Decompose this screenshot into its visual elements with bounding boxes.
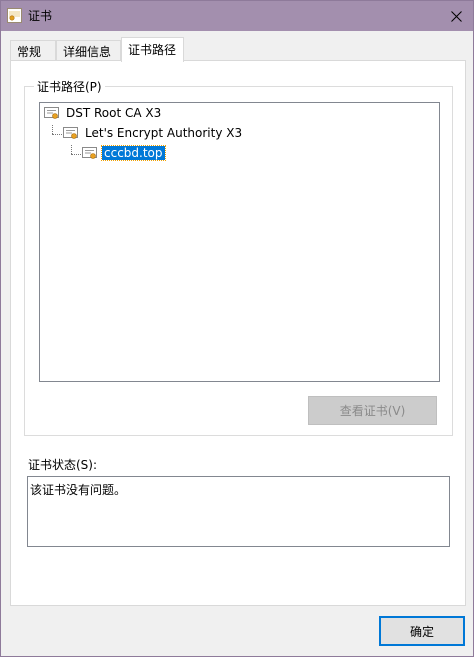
title-bar[interactable]: 证书 <box>1 1 473 31</box>
certificate-app-icon <box>7 8 22 23</box>
tab-certification-path[interactable]: 证书路径 <box>121 37 184 62</box>
tree-connector <box>52 134 62 135</box>
tree-node-leaf[interactable]: cccbd.top <box>82 144 166 162</box>
certificate-tree[interactable]: DST Root CA X3 Let's Encrypt Authority X… <box>39 102 440 382</box>
close-button[interactable] <box>439 1 473 31</box>
certificate-status-label: 证书状态(S): <box>28 458 98 472</box>
group-label: 证书路径(P) <box>34 78 105 95</box>
view-certificate-button[interactable]: 查看证书(V) <box>308 396 437 425</box>
tree-node-label: Let's Encrypt Authority X3 <box>85 126 243 140</box>
certificate-icon <box>82 146 97 159</box>
certificate-dialog: 证书 常规 详细信息 证书路径 证书路径(P) DST Root CA X3 L… <box>0 0 474 657</box>
certificate-status-textbox[interactable]: 该证书没有问题。 <box>27 476 450 547</box>
ok-button[interactable]: 确定 <box>379 616 465 646</box>
tree-connector <box>52 125 53 134</box>
tree-node-root[interactable]: DST Root CA X3 <box>44 104 163 122</box>
close-icon <box>450 10 462 22</box>
tab-general[interactable]: 常规 <box>10 40 56 61</box>
certificate-icon <box>63 126 78 139</box>
tree-node-label: DST Root CA X3 <box>66 106 162 120</box>
tab-panel: 证书路径(P) DST Root CA X3 Let's Encrypt Aut… <box>10 60 466 606</box>
certification-path-group: 证书路径(P) DST Root CA X3 Let's Encrypt Aut… <box>24 78 453 436</box>
window-title: 证书 <box>28 9 53 23</box>
tree-connector <box>71 145 72 154</box>
tree-node-label-selected: cccbd.top <box>101 145 166 161</box>
tab-details[interactable]: 详细信息 <box>56 40 121 61</box>
tree-node-intermediate[interactable]: Let's Encrypt Authority X3 <box>63 124 244 142</box>
tree-connector <box>71 154 81 155</box>
certificate-icon <box>44 106 59 119</box>
